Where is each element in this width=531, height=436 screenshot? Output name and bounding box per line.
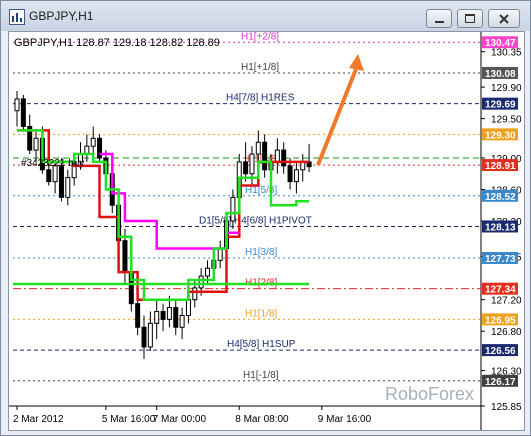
time-tick-label: 9 Mar 16:00 (318, 414, 372, 425)
candle-body (217, 248, 223, 261)
price-tick-label: 129.90 (491, 83, 522, 94)
order-label: #3423221 buy (21, 158, 84, 169)
minimize-icon (434, 20, 444, 23)
price-tag-label: 128.52 (485, 192, 516, 203)
price-tag-label: 129.69 (485, 100, 516, 111)
time-tick-label: 2 Mar 2012 (13, 414, 64, 425)
level-label: H1[+2/8] (241, 32, 279, 42)
price-tag-label: 126.56 (485, 346, 516, 357)
candle-body (33, 137, 39, 151)
candle-body (58, 165, 64, 198)
price-tick-label: 126.80 (491, 327, 522, 338)
candle-body (46, 169, 52, 183)
candle-body (154, 311, 160, 324)
candle-body (274, 149, 280, 163)
level-label: H1[-1/8] (243, 370, 279, 381)
candle-body (90, 137, 96, 147)
candle-body (147, 322, 153, 348)
price-tick-label: 125.85 (491, 402, 522, 413)
close-icon (499, 13, 509, 24)
price-tag-label: 128.91 (485, 161, 516, 172)
watermark: RoboForex (385, 384, 474, 404)
level-label: H1[+1/8] (241, 62, 279, 73)
time-tick-label: 8 Mar 08:00 (235, 414, 289, 425)
level-label: H1[3/8] (245, 247, 277, 258)
candle-body (281, 149, 287, 167)
candle-body (20, 98, 26, 127)
candle-body (262, 141, 268, 171)
price-tag-label: 127.34 (485, 285, 516, 296)
candle-body (287, 165, 293, 183)
candle-body (293, 169, 299, 183)
minimize-button[interactable] (426, 9, 452, 28)
price-tag-label: 129.30 (485, 130, 516, 141)
candle-body (122, 240, 128, 273)
candle-body (166, 307, 172, 320)
candle-body (205, 267, 210, 277)
price-tag-label: 130.08 (485, 69, 516, 80)
candle-body (230, 196, 236, 222)
candle-body (255, 141, 261, 155)
candle-body (14, 98, 20, 112)
chart-area[interactable]: H1[+2/8]H1[+1/8]H4[7/8] H1RESH1[4/8]H1[5… (8, 31, 525, 431)
level-label: H4[5/8] H1SUP (227, 339, 296, 350)
level-label: H1[1/8] (245, 308, 277, 319)
price-tick-label: 127.20 (491, 296, 522, 307)
candle-body (198, 275, 204, 289)
maximize-icon (465, 14, 475, 23)
candle-body (173, 307, 179, 328)
price-tick-label: 130.35 (491, 48, 522, 59)
chart-header: GBPJPY,H1 128.87 129.18 128.82 128.89 (14, 37, 220, 49)
close-button[interactable] (488, 9, 520, 28)
candle-body (179, 314, 185, 328)
price-tick-label: 129.50 (491, 115, 522, 126)
candle-body (192, 287, 198, 301)
price-tag-label: 126.95 (485, 315, 516, 326)
candle-body (249, 153, 255, 175)
candle-body (243, 161, 249, 175)
level-label: H4[7/8] H1RES (226, 93, 295, 104)
price-tag-label: 130.47 (485, 38, 516, 49)
price-tag-label: 126.17 (485, 377, 516, 388)
price-chart[interactable]: H1[+2/8]H1[+1/8]H4[7/8] H1RESH1[4/8]H1[5… (9, 31, 524, 430)
window-title: GBPJPY,H1 (29, 9, 94, 23)
level-label: D1[5/8] H4[6/8] H1PIVOT (199, 215, 312, 226)
candle-body (160, 311, 166, 320)
candle-body (65, 177, 71, 198)
price-tag-label: 127.73 (485, 254, 516, 265)
time-tick-label: 5 Mar 16:00 (102, 414, 156, 425)
price-tag-label: 128.13 (485, 222, 516, 233)
chart-window: GBPJPY,H1 H1[+2/8] H1[+1/8] H4[7/8] H1RES H… (0, 0, 531, 436)
chart-app-icon (9, 9, 25, 25)
maximize-button[interactable] (457, 9, 483, 28)
candle-body (185, 299, 191, 316)
title-bar[interactable]: GBPJPY,H1 (1, 1, 530, 31)
time-tick-label: 7 Mar 00:00 (153, 414, 207, 425)
candle-body (135, 303, 141, 328)
candle-body (141, 326, 147, 348)
